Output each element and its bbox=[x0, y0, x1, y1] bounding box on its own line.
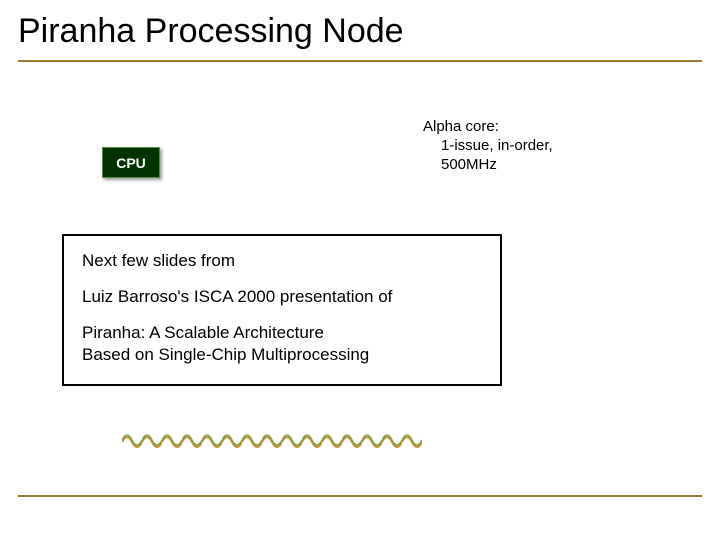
footer-line bbox=[18, 495, 702, 497]
attribution-line3: Piranha: A Scalable Architecture Based o… bbox=[82, 322, 482, 366]
cpu-block: CPU bbox=[102, 147, 160, 178]
decorative-wavy-strip bbox=[122, 430, 422, 448]
alpha-core-line3: 500MHz bbox=[423, 156, 553, 175]
cpu-label: CPU bbox=[116, 155, 146, 171]
slide-title: Piranha Processing Node bbox=[18, 12, 404, 51]
attribution-line1: Next few slides from bbox=[82, 250, 482, 272]
attribution-title-b: Based on Single-Chip Multiprocessing bbox=[82, 345, 369, 364]
alpha-core-line1: Alpha core: bbox=[423, 118, 553, 137]
attribution-line2: Luiz Barroso's ISCA 2000 presentation of bbox=[82, 286, 482, 308]
attribution-box: Next few slides from Luiz Barroso's ISCA… bbox=[62, 234, 502, 386]
alpha-core-line2: 1-issue, in-order, bbox=[423, 137, 553, 156]
title-underline bbox=[18, 60, 702, 62]
attribution-title-a: Piranha: A Scalable Architecture bbox=[82, 323, 324, 342]
alpha-core-spec: Alpha core: 1-issue, in-order, 500MHz bbox=[423, 118, 553, 174]
